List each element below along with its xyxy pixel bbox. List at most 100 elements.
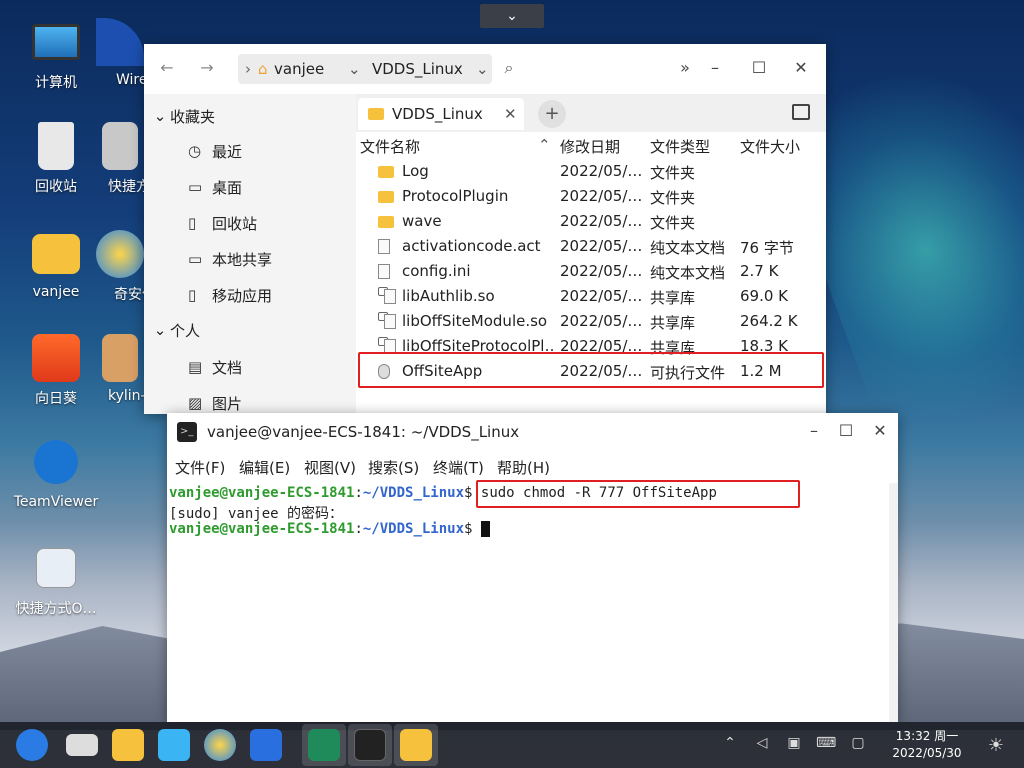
- file-row[interactable]: wave 2022/05/… 文件夹: [356, 210, 826, 235]
- taskbar: ⌃ ◁ ▣ ⌨ ▢ 13:32 周一 2022/05/30 ☀: [0, 722, 1024, 768]
- close-button[interactable]: ✕: [869, 421, 891, 443]
- chevron-down-icon[interactable]: ⌄: [476, 60, 490, 78]
- brightness-icon[interactable]: ☀: [986, 735, 1006, 756]
- taskbar-software-store[interactable]: [158, 729, 190, 761]
- desktop-icon-shortcut[interactable]: 快捷方式: [96, 122, 144, 196]
- desktop-icon-kylin-nm[interactable]: kylin-nm…: [96, 334, 144, 404]
- file-row[interactable]: libAuthlib.so 2022/05/… 共享库 69.0 K: [356, 285, 826, 310]
- desktop-icon-qianxin[interactable]: 奇安信可…: [96, 230, 144, 304]
- taskbar-system-monitor[interactable]: [308, 729, 340, 761]
- taskbar-wps[interactable]: [250, 729, 282, 761]
- file-size: 69.0 K: [740, 287, 789, 305]
- menu-view[interactable]: 视图(V): [304, 457, 356, 478]
- column-header-date[interactable]: 修改日期: [560, 136, 646, 160]
- breadcrumb-vanjee[interactable]: vanjee: [274, 60, 348, 78]
- close-button[interactable]: ✕: [790, 58, 812, 80]
- file-row[interactable]: config.ini 2022/05/… 纯文本文档 2.7 K: [356, 260, 826, 285]
- package-icon: [102, 334, 138, 382]
- chevron-down-icon[interactable]: ⌄: [348, 60, 372, 78]
- file-name: config.ini: [402, 262, 471, 280]
- tab-vdds-linux[interactable]: VDDS_Linux ✕: [358, 98, 524, 130]
- desktop-icon-shortcut-o[interactable]: 快捷方式O…: [12, 548, 100, 618]
- minimize-button[interactable]: –: [704, 58, 726, 80]
- path-bar[interactable]: › ⌂ vanjee ⌄ VDDS_Linux ⌄: [238, 54, 492, 84]
- notification-icon[interactable]: ▢: [848, 735, 868, 755]
- tray-expand-icon[interactable]: ⌃: [720, 735, 740, 755]
- search-button[interactable]: ⌕: [498, 58, 520, 80]
- desktop-icon-trash[interactable]: 回收站: [12, 122, 100, 196]
- folder-icon: [378, 165, 394, 178]
- desktop-icon-vanjee[interactable]: vanjee: [12, 230, 100, 300]
- menu-file[interactable]: 文件(F): [175, 457, 225, 478]
- taskbar-qianxin-browser[interactable]: [204, 729, 236, 761]
- breadcrumb-vdds-linux[interactable]: VDDS_Linux: [372, 60, 476, 78]
- desktop-icon-teamviewer[interactable]: TeamViewer: [12, 440, 100, 510]
- sidebar-item-local-share[interactable]: ▭ 本地共享: [188, 244, 272, 274]
- taskbar-terminal[interactable]: [354, 729, 386, 761]
- desktop-icon-wire[interactable]: Wire: [96, 18, 144, 88]
- arrow-right-icon: →: [200, 58, 214, 77]
- column-header-name[interactable]: 文件名称 ⌃: [360, 136, 556, 160]
- tab-label: VDDS_Linux: [392, 105, 483, 123]
- taskbar-file-manager[interactable]: [112, 729, 144, 761]
- file-row[interactable]: ProtocolPlugin 2022/05/… 文件夹: [356, 185, 826, 210]
- file-date: 2022/05/…: [560, 212, 643, 230]
- menu-help[interactable]: 帮助(H): [497, 457, 550, 478]
- terminal-line-password: [sudo] vanjee 的密码：: [169, 506, 344, 522]
- minimize-button[interactable]: –: [803, 421, 825, 443]
- close-tab-icon[interactable]: ✕: [504, 105, 517, 123]
- sidebar-item-trash[interactable]: ▯ 回收站: [188, 208, 257, 238]
- plus-icon: +: [544, 103, 560, 124]
- chevron-down-icon: ⌄: [153, 321, 167, 339]
- taskbar-clock[interactable]: 13:32 周一 2022/05/30: [892, 728, 962, 762]
- more-button[interactable]: »: [674, 58, 696, 80]
- maximize-button[interactable]: ☐: [835, 421, 857, 443]
- sunlogin-icon: [32, 334, 80, 382]
- taskbar-file-manager-open[interactable]: [400, 729, 432, 761]
- file-row[interactable]: Log 2022/05/… 文件夹: [356, 160, 826, 185]
- desktop-icon-computer[interactable]: 计算机: [12, 18, 100, 92]
- file-date: 2022/05/…: [560, 312, 643, 330]
- desktop-icon-sunlogin[interactable]: 向日葵: [12, 334, 100, 408]
- file-type: 文件夹: [650, 189, 696, 207]
- sidebar-item-desktop[interactable]: ▭ 桌面: [188, 172, 242, 202]
- file-row[interactable]: libOffSiteModule.so 2022/05/… 共享库 264.2 K: [356, 310, 826, 335]
- start-menu-button[interactable]: [16, 729, 48, 761]
- forward-button[interactable]: →: [196, 58, 218, 80]
- menu-terminal[interactable]: 终端(T): [433, 457, 484, 478]
- new-tab-button[interactable]: +: [538, 100, 566, 128]
- highlight-box-offsiteapp: [358, 352, 824, 388]
- desktop-icon-label: 计算机: [35, 75, 77, 91]
- network-icon[interactable]: ▣: [784, 735, 804, 755]
- sidebar-item-label: 最近: [212, 142, 243, 161]
- sidebar-item-documents[interactable]: ▤ 文档: [188, 352, 242, 382]
- file-row[interactable]: activationcode.act 2022/05/… 纯文本文档 76 字节: [356, 235, 826, 260]
- keyboard-icon[interactable]: ⌨: [816, 735, 836, 755]
- top-dropdown-tab[interactable]: ⌄: [480, 4, 544, 28]
- file-name: activationcode.act: [402, 237, 541, 255]
- multitask-view-button[interactable]: [66, 734, 98, 756]
- view-columns-button[interactable]: [792, 104, 810, 120]
- column-header-type[interactable]: 文件类型: [650, 136, 736, 160]
- sidebar-group-personal[interactable]: ⌄ 个人: [150, 316, 200, 344]
- sidebar-group-favorites[interactable]: ⌄ 收藏夹: [150, 102, 215, 130]
- terminal-output[interactable]: vanjee@vanjee-ECS-1841:~/VDDS_Linux$ sud…: [167, 483, 889, 722]
- file-name: wave: [402, 212, 442, 230]
- menu-search[interactable]: 搜索(S): [368, 457, 419, 478]
- menu-edit[interactable]: 编辑(E): [239, 457, 290, 478]
- terminal-titlebar: >_ vanjee@vanjee-ECS-1841: ~/VDDS_Linux …: [167, 413, 898, 451]
- column-header-size[interactable]: 文件大小: [740, 136, 826, 160]
- wire-app-icon: [96, 18, 144, 66]
- back-button[interactable]: ←: [156, 58, 178, 80]
- sidebar-item-recent[interactable]: ◷ 最近: [188, 136, 242, 166]
- folder-icon: [378, 190, 394, 203]
- volume-icon[interactable]: ◁: [752, 735, 772, 755]
- file-name: ProtocolPlugin: [402, 187, 509, 205]
- computer-icon: [32, 24, 80, 60]
- sidebar-item-mobile-apps[interactable]: ▯ 移动应用: [188, 280, 272, 310]
- terminal-scrollbar[interactable]: [889, 483, 898, 722]
- sidebar-item-label: 桌面: [212, 178, 243, 197]
- desktop-icon-label: Wire: [116, 72, 144, 88]
- maximize-button[interactable]: ☐: [748, 58, 770, 80]
- terminal-app-icon: >_: [177, 422, 197, 442]
